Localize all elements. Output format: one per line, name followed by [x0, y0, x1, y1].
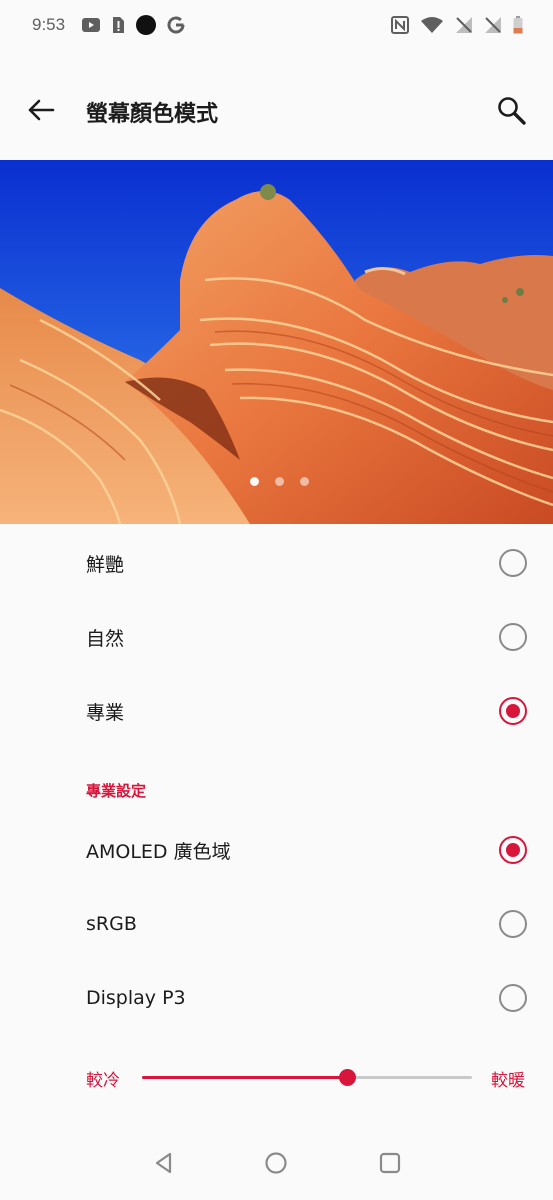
alert-sim-icon — [111, 16, 125, 34]
radio-button[interactable] — [499, 549, 527, 577]
no-signal-icon — [484, 16, 502, 34]
carousel-dot[interactable] — [300, 477, 309, 486]
nav-home-button[interactable] — [261, 1148, 291, 1178]
app-bar: 螢幕顏色模式 — [0, 78, 553, 148]
back-triangle-icon — [155, 1152, 172, 1174]
color-temperature-slider-row: 較冷 較暖 — [0, 1058, 553, 1098]
radio-button-selected[interactable] — [499, 836, 527, 864]
mode-option-pro[interactable]: 專業 — [0, 679, 553, 743]
option-label: Display P3 — [86, 987, 186, 1009]
status-left: 9:53 — [32, 14, 185, 36]
pro-option-amoled[interactable]: AMOLED 廣色域 — [0, 818, 553, 882]
color-temperature-slider[interactable] — [142, 1069, 472, 1086]
recents-square-icon — [379, 1152, 401, 1174]
home-circle-icon — [265, 1152, 287, 1174]
option-label: AMOLED 廣色域 — [86, 840, 231, 863]
radio-dot — [506, 704, 520, 718]
option-label: 專業 — [86, 701, 125, 724]
mode-option-natural[interactable]: 自然 — [0, 605, 553, 669]
carousel-dot[interactable] — [250, 477, 259, 486]
pro-option-display-p3[interactable]: Display P3 — [0, 966, 553, 1030]
back-arrow-icon — [28, 99, 55, 121]
nav-back-button[interactable] — [149, 1148, 179, 1178]
mode-option-vivid[interactable]: 鮮艷 — [0, 531, 553, 595]
system-nav-bar — [0, 1130, 553, 1194]
no-signal-icon — [455, 16, 473, 34]
radio-dot — [506, 843, 520, 857]
radio-button[interactable] — [499, 910, 527, 938]
back-button[interactable] — [24, 93, 58, 127]
wave-rock-landscape-image — [0, 160, 553, 524]
status-right — [391, 16, 523, 34]
nfc-icon — [391, 16, 409, 34]
youtube-icon — [81, 17, 101, 33]
option-label: 自然 — [86, 627, 125, 650]
radio-button-selected[interactable] — [499, 697, 527, 725]
battery-icon — [513, 16, 523, 34]
preview-image-carousel[interactable] — [0, 160, 553, 524]
wifi-icon — [420, 16, 444, 34]
option-label: sRGB — [86, 913, 137, 935]
slider-fill — [142, 1076, 347, 1079]
slider-thumb[interactable] — [338, 1069, 356, 1086]
google-icon — [167, 16, 185, 34]
status-bar: 9:53 — [0, 0, 553, 50]
slider-label-cooler: 較冷 — [86, 1071, 120, 1091]
slider-label-warmer: 較暖 — [491, 1071, 525, 1091]
section-header-pro-settings: 專業設定 — [86, 782, 147, 800]
search-icon — [498, 97, 526, 125]
page-title: 螢幕顏色模式 — [86, 102, 219, 127]
carousel-indicator — [0, 477, 553, 486]
search-button[interactable] — [494, 93, 530, 129]
nav-recents-button[interactable] — [375, 1148, 405, 1178]
carousel-dot[interactable] — [275, 477, 284, 486]
radio-button[interactable] — [499, 623, 527, 651]
status-time: 9:53 — [32, 15, 66, 34]
radio-button[interactable] — [499, 984, 527, 1012]
option-label: 鮮艷 — [86, 553, 125, 576]
dark-circle-icon — [135, 14, 157, 36]
pro-option-srgb[interactable]: sRGB — [0, 892, 553, 956]
